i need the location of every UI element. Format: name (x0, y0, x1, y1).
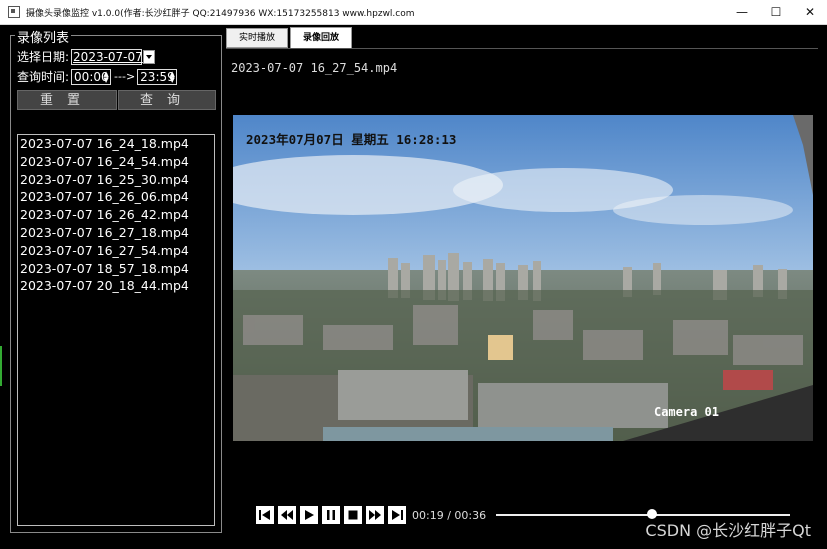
list-item[interactable]: 2023-07-07 16_26_42.mp4 (18, 206, 214, 224)
tab-divider (226, 48, 818, 49)
playback-controls: 00:19 / 00:36 (256, 506, 486, 524)
time-to-spinbox[interactable]: 23:59 ▲ ▼ (137, 68, 178, 85)
list-item[interactable]: 2023-07-07 16_27_18.mp4 (18, 224, 214, 242)
group-title: 录像列表 (15, 27, 72, 46)
recording-file-list[interactable]: 2023-07-07 16_24_18.mp4 2023-07-07 16_24_… (17, 134, 215, 526)
app-window: 摄像头录像监控 v1.0.0(作者:长沙红胖子 QQ:21497936 WX:1… (0, 0, 827, 549)
app-icon (8, 6, 20, 18)
chevron-down-icon[interactable] (143, 49, 156, 64)
skip-end-icon[interactable] (388, 506, 406, 524)
list-item[interactable]: 2023-07-07 20_18_44.mp4 (18, 277, 214, 295)
skip-start-icon[interactable] (256, 506, 274, 524)
list-item[interactable]: 2023-07-07 16_24_18.mp4 (18, 135, 214, 153)
tab-playback[interactable]: 录像回放 (290, 27, 353, 49)
osd-datetime: 2023年07月07日 星期五 16:28:13 (246, 132, 457, 147)
spin-arrows-icon[interactable]: ▲ ▼ (103, 70, 109, 83)
background-window-edge (0, 346, 2, 386)
list-item[interactable]: 2023-07-07 18_57_18.mp4 (18, 260, 214, 278)
playback-time: 00:19 / 00:36 (412, 509, 486, 522)
time-row: 查询时间: 00:00 ▲ ▼ ---> 23:59 ▲ ▼ (17, 68, 178, 85)
list-item[interactable]: 2023-07-07 16_26_06.mp4 (18, 188, 214, 206)
date-picker[interactable]: 2023-07-07 (71, 48, 143, 65)
window-title: 摄像头录像监控 v1.0.0(作者:长沙红胖子 QQ:21497936 WX:1… (26, 8, 415, 19)
time-separator: ---> (114, 70, 136, 83)
time-total: 00:36 (454, 508, 487, 522)
osd-camera-label: Camera 01 (653, 405, 719, 419)
pause-icon[interactable] (322, 506, 340, 524)
list-item[interactable]: 2023-07-07 16_25_30.mp4 (18, 171, 214, 189)
main-content: 录像列表 选择日期: 2023-07-07 查询时间: 00:00 ▲ ▼ ---… (0, 25, 827, 549)
time-label: 查询时间: (17, 70, 70, 84)
list-item[interactable]: 2023-07-07 16_24_54.mp4 (18, 153, 214, 171)
watermark: CSDN @长沙红胖子Qt (645, 521, 811, 540)
tab-bar: 实时播放 录像回放 (226, 27, 354, 49)
video-frame[interactable]: 2023年07月07日 星期五 16:28:13 Camera 01 (233, 115, 813, 441)
minimize-button[interactable]: — (725, 0, 759, 24)
video-image (233, 115, 813, 441)
maximize-button[interactable]: ☐ (759, 0, 793, 24)
rewind-icon[interactable] (278, 506, 296, 524)
title-bar: 摄像头录像监控 v1.0.0(作者:长沙红胖子 QQ:21497936 WX:1… (0, 0, 827, 25)
date-row: 选择日期: 2023-07-07 (17, 48, 156, 65)
time-separator: / (447, 508, 451, 522)
current-file-name: 2023-07-07 16_27_54.mp4 (231, 61, 398, 75)
time-current: 00:19 (412, 508, 444, 522)
stop-icon[interactable] (344, 506, 362, 524)
time-from-spinbox[interactable]: 00:00 ▲ ▼ (71, 68, 112, 85)
spin-arrows-icon[interactable]: ▲ ▼ (169, 70, 175, 83)
play-icon[interactable] (300, 506, 318, 524)
slider-track[interactable] (496, 514, 790, 516)
query-button[interactable]: 查询 (118, 90, 216, 110)
close-button[interactable]: ✕ (793, 0, 827, 24)
list-item[interactable]: 2023-07-07 16_27_54.mp4 (18, 242, 214, 260)
reset-button[interactable]: 重置 (17, 90, 117, 110)
date-label: 选择日期: (17, 50, 70, 64)
fast-forward-icon[interactable] (366, 506, 384, 524)
recording-list-group: 录像列表 选择日期: 2023-07-07 查询时间: 00:00 ▲ ▼ ---… (10, 27, 222, 533)
tab-live[interactable]: 实时播放 (226, 28, 289, 48)
